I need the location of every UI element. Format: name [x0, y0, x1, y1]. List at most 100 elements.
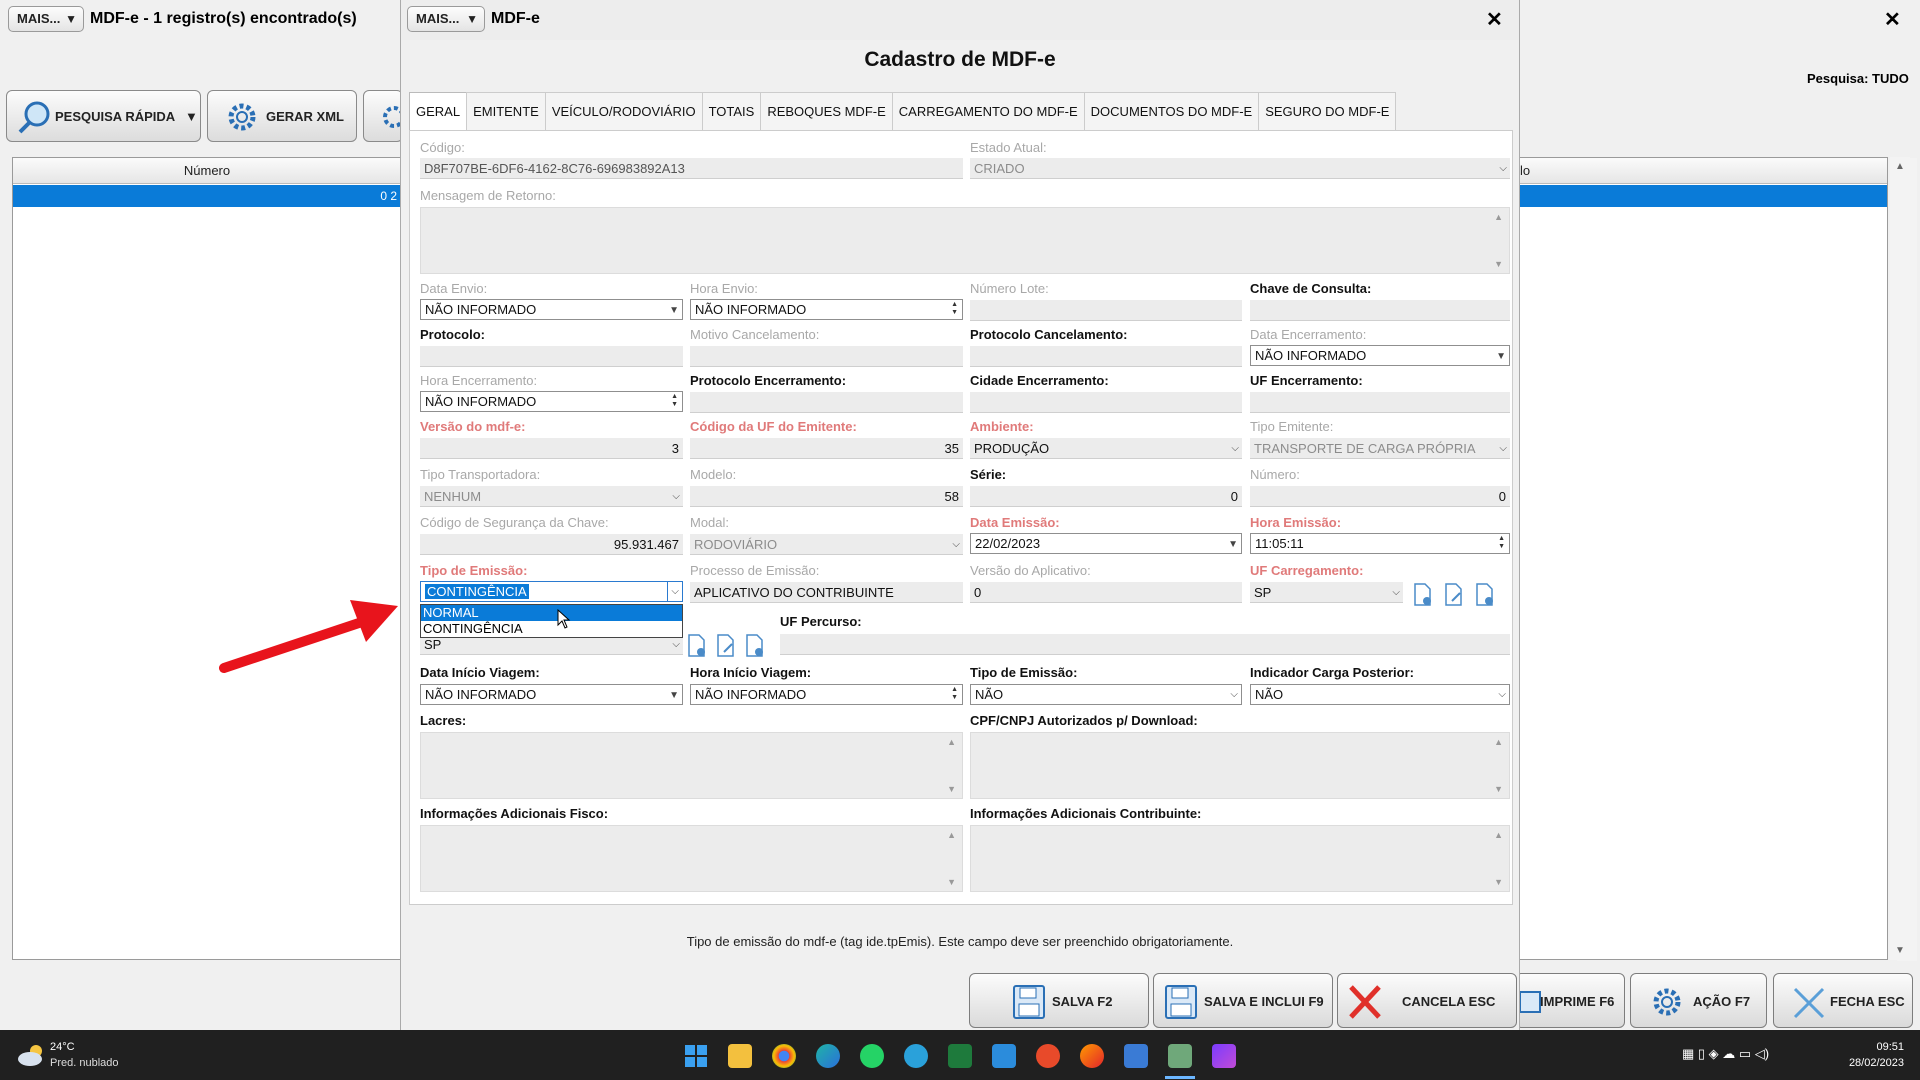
versao-field[interactable]: 3 — [420, 438, 683, 459]
numero-field[interactable]: 0 — [1250, 486, 1510, 507]
hora-envio-spinner[interactable]: NÃO INFORMADO ▲ ▼ — [690, 299, 963, 320]
app-icon[interactable] — [1212, 1044, 1236, 1068]
chave-field[interactable] — [1250, 300, 1510, 321]
tray-icons[interactable]: ▦ ▯ ◈ ☁ ▭ ◁) — [1682, 1046, 1769, 1062]
modal-select[interactable]: RODOVIÁRIO ⌵ — [690, 534, 963, 555]
clock-time[interactable]: 09:51 — [1848, 1041, 1904, 1053]
generate-xml-button[interactable]: GERAR XML — [207, 90, 357, 142]
spinner-icon[interactable]: ▲ ▼ — [671, 393, 678, 409]
action-button[interactable]: AÇÃO F7 — [1630, 973, 1767, 1028]
cod-uf-field[interactable]: 35 — [690, 438, 963, 459]
firefox-icon[interactable] — [1080, 1044, 1104, 1068]
close-button[interactable]: FECHA ESC — [1773, 973, 1913, 1028]
scroll-down-icon[interactable]: ▼ — [947, 877, 956, 887]
cidade-enc-field[interactable] — [970, 392, 1242, 413]
protocolo-field[interactable] — [420, 346, 683, 367]
grid-header-partial[interactable]: lo — [1519, 158, 1887, 184]
file-explorer-icon[interactable] — [728, 1044, 752, 1068]
scroll-up-icon[interactable]: ▲ — [1494, 830, 1503, 840]
processo-field[interactable]: APLICATIVO DO CONTRIBUINTE — [690, 582, 963, 603]
remove-document-icon[interactable] — [1474, 583, 1496, 607]
main-mais-dropdown[interactable]: MAIS... ▼ — [8, 6, 84, 32]
modelo-field[interactable]: 58 — [690, 486, 963, 507]
records-grid-right[interactable]: lo — [1518, 157, 1917, 961]
spinner-icon[interactable]: ▲ ▼ — [1498, 535, 1505, 551]
save-include-button[interactable]: SALVA E INCLUI F9 — [1153, 973, 1333, 1028]
table-row[interactable] — [1519, 185, 1887, 207]
versao-app-field[interactable]: 0 — [970, 582, 1242, 603]
mensagem-textarea[interactable]: ▲ ▼ — [420, 207, 1510, 274]
tipo-emissao-dropdown-list[interactable]: NORMAL CONTINGÊNCIA — [420, 604, 683, 638]
codigo-field[interactable]: D8F707BE-6DF6-4162-8C76-696983892A13 — [420, 158, 963, 179]
info-contrib-textarea[interactable]: ▲ ▼ — [970, 825, 1510, 892]
add-document-icon[interactable] — [686, 634, 708, 658]
dropdown-option-contingencia[interactable]: CONTINGÊNCIA — [421, 621, 682, 637]
windows-start-icon[interactable] — [684, 1044, 708, 1068]
remove-document-icon[interactable] — [744, 634, 766, 658]
cloud-weather-icon[interactable] — [16, 1042, 48, 1068]
data-enc-picker[interactable]: NÃO INFORMADO ▼ — [1250, 345, 1510, 366]
data-envio-picker[interactable]: NÃO INFORMADO ▼ — [420, 299, 683, 320]
tipo-emis-select[interactable]: CONTINGÊNCIA ⌵ — [420, 581, 683, 602]
prot-canc-field[interactable] — [970, 346, 1242, 367]
dropdown-option-normal[interactable]: NORMAL — [421, 605, 682, 621]
quick-search-button[interactable]: PESQUISA RÁPIDA ▼ — [6, 90, 201, 142]
edit-document-icon[interactable] — [715, 634, 737, 658]
info-fisco-textarea[interactable]: ▲ ▼ — [420, 825, 963, 892]
scroll-down-icon[interactable]: ▼ — [1494, 877, 1503, 887]
chevron-down-icon[interactable]: ⌵ — [667, 582, 679, 601]
serie-field[interactable]: 0 — [970, 486, 1242, 507]
dialog-close-icon[interactable]: ✕ — [1486, 7, 1503, 32]
spinner-icon[interactable]: ▲ ▼ — [951, 301, 958, 317]
scroll-up-icon[interactable]: ▲ — [947, 737, 956, 747]
ambiente-select[interactable]: PRODUÇÃO ⌵ — [970, 438, 1242, 459]
uf-carreg-select[interactable]: SP ⌵ — [1250, 582, 1403, 603]
cpf-textarea[interactable]: ▲ ▼ — [970, 732, 1510, 799]
data-emis-picker[interactable]: 22/02/2023 ▼ — [970, 533, 1242, 554]
hora-enc-spinner[interactable]: NÃO INFORMADO ▲ ▼ — [420, 391, 683, 412]
scroll-up-icon[interactable]: ▲ — [1494, 212, 1503, 222]
spreadsheet-icon[interactable] — [948, 1044, 972, 1068]
tab-seguro[interactable]: SEGURO DO MDF-E — [1258, 92, 1397, 130]
scroll-up-icon[interactable]: ▲ — [1895, 161, 1905, 172]
tab-carregamento[interactable]: CARREGAMENTO DO MDF-E — [891, 92, 1085, 130]
tab-emitente[interactable]: EMITENTE — [466, 92, 546, 130]
app-icon[interactable] — [1036, 1044, 1060, 1068]
chrome-icon[interactable] — [772, 1044, 796, 1068]
scroll-up-icon[interactable]: ▲ — [1494, 737, 1503, 747]
main-scrollbar[interactable]: ▲ ▼ — [1890, 157, 1910, 960]
numero-lote-field[interactable] — [970, 300, 1242, 321]
scroll-down-icon[interactable]: ▼ — [1494, 259, 1503, 269]
ind-carga-select[interactable]: NÃO ⌵ — [1250, 684, 1510, 705]
edge-icon[interactable] — [816, 1044, 840, 1068]
whatsapp-icon[interactable] — [860, 1044, 884, 1068]
print-button[interactable]: IMPRIME F6 — [1515, 973, 1625, 1028]
tipo-emit-select[interactable]: TRANSPORTE DE CARGA PRÓPRIA ⌵ — [1250, 438, 1510, 459]
scroll-down-icon[interactable]: ▼ — [1494, 784, 1503, 794]
save-button[interactable]: SALVA F2 — [969, 973, 1149, 1028]
tab-geral[interactable]: GERAL — [409, 92, 468, 132]
main-close-icon[interactable]: ✕ — [1884, 7, 1901, 32]
notepad-icon[interactable] — [1124, 1044, 1148, 1068]
tab-reboques[interactable]: REBOQUES MDF-E — [760, 92, 893, 130]
motivo-canc-field[interactable] — [690, 346, 963, 367]
tab-totais[interactable]: TOTAIS — [701, 92, 762, 130]
erp-app-icon[interactable] — [1168, 1044, 1192, 1068]
tipo-emis2-select[interactable]: NÃO ⌵ — [970, 684, 1242, 705]
lacres-textarea[interactable]: ▲ ▼ — [420, 732, 963, 799]
clock-date[interactable]: 28/02/2023 — [1836, 1057, 1904, 1069]
hidden-toolbar-button[interactable] — [363, 90, 404, 142]
uf-enc-field[interactable] — [1250, 392, 1510, 413]
table-row[interactable]: 0 2 — [13, 185, 401, 207]
app-icon[interactable] — [992, 1044, 1016, 1068]
cod-seg-field[interactable]: 95.931.467 — [420, 534, 683, 555]
scroll-up-icon[interactable]: ▲ — [947, 830, 956, 840]
cancel-button[interactable]: CANCELA ESC — [1337, 973, 1517, 1028]
scroll-down-icon[interactable]: ▼ — [1895, 945, 1905, 956]
spinner-icon[interactable]: ▲ ▼ — [951, 686, 958, 702]
add-document-icon[interactable] — [1412, 583, 1434, 607]
data-ini-picker[interactable]: NÃO INFORMADO ▼ — [420, 684, 683, 705]
estado-select[interactable]: CRIADO ⌵ — [970, 158, 1510, 179]
tab-veiculo[interactable]: VEÍCULO/RODOVIÁRIO — [544, 92, 703, 130]
hora-emis-spinner[interactable]: 11:05:11 ▲ ▼ — [1250, 533, 1510, 554]
